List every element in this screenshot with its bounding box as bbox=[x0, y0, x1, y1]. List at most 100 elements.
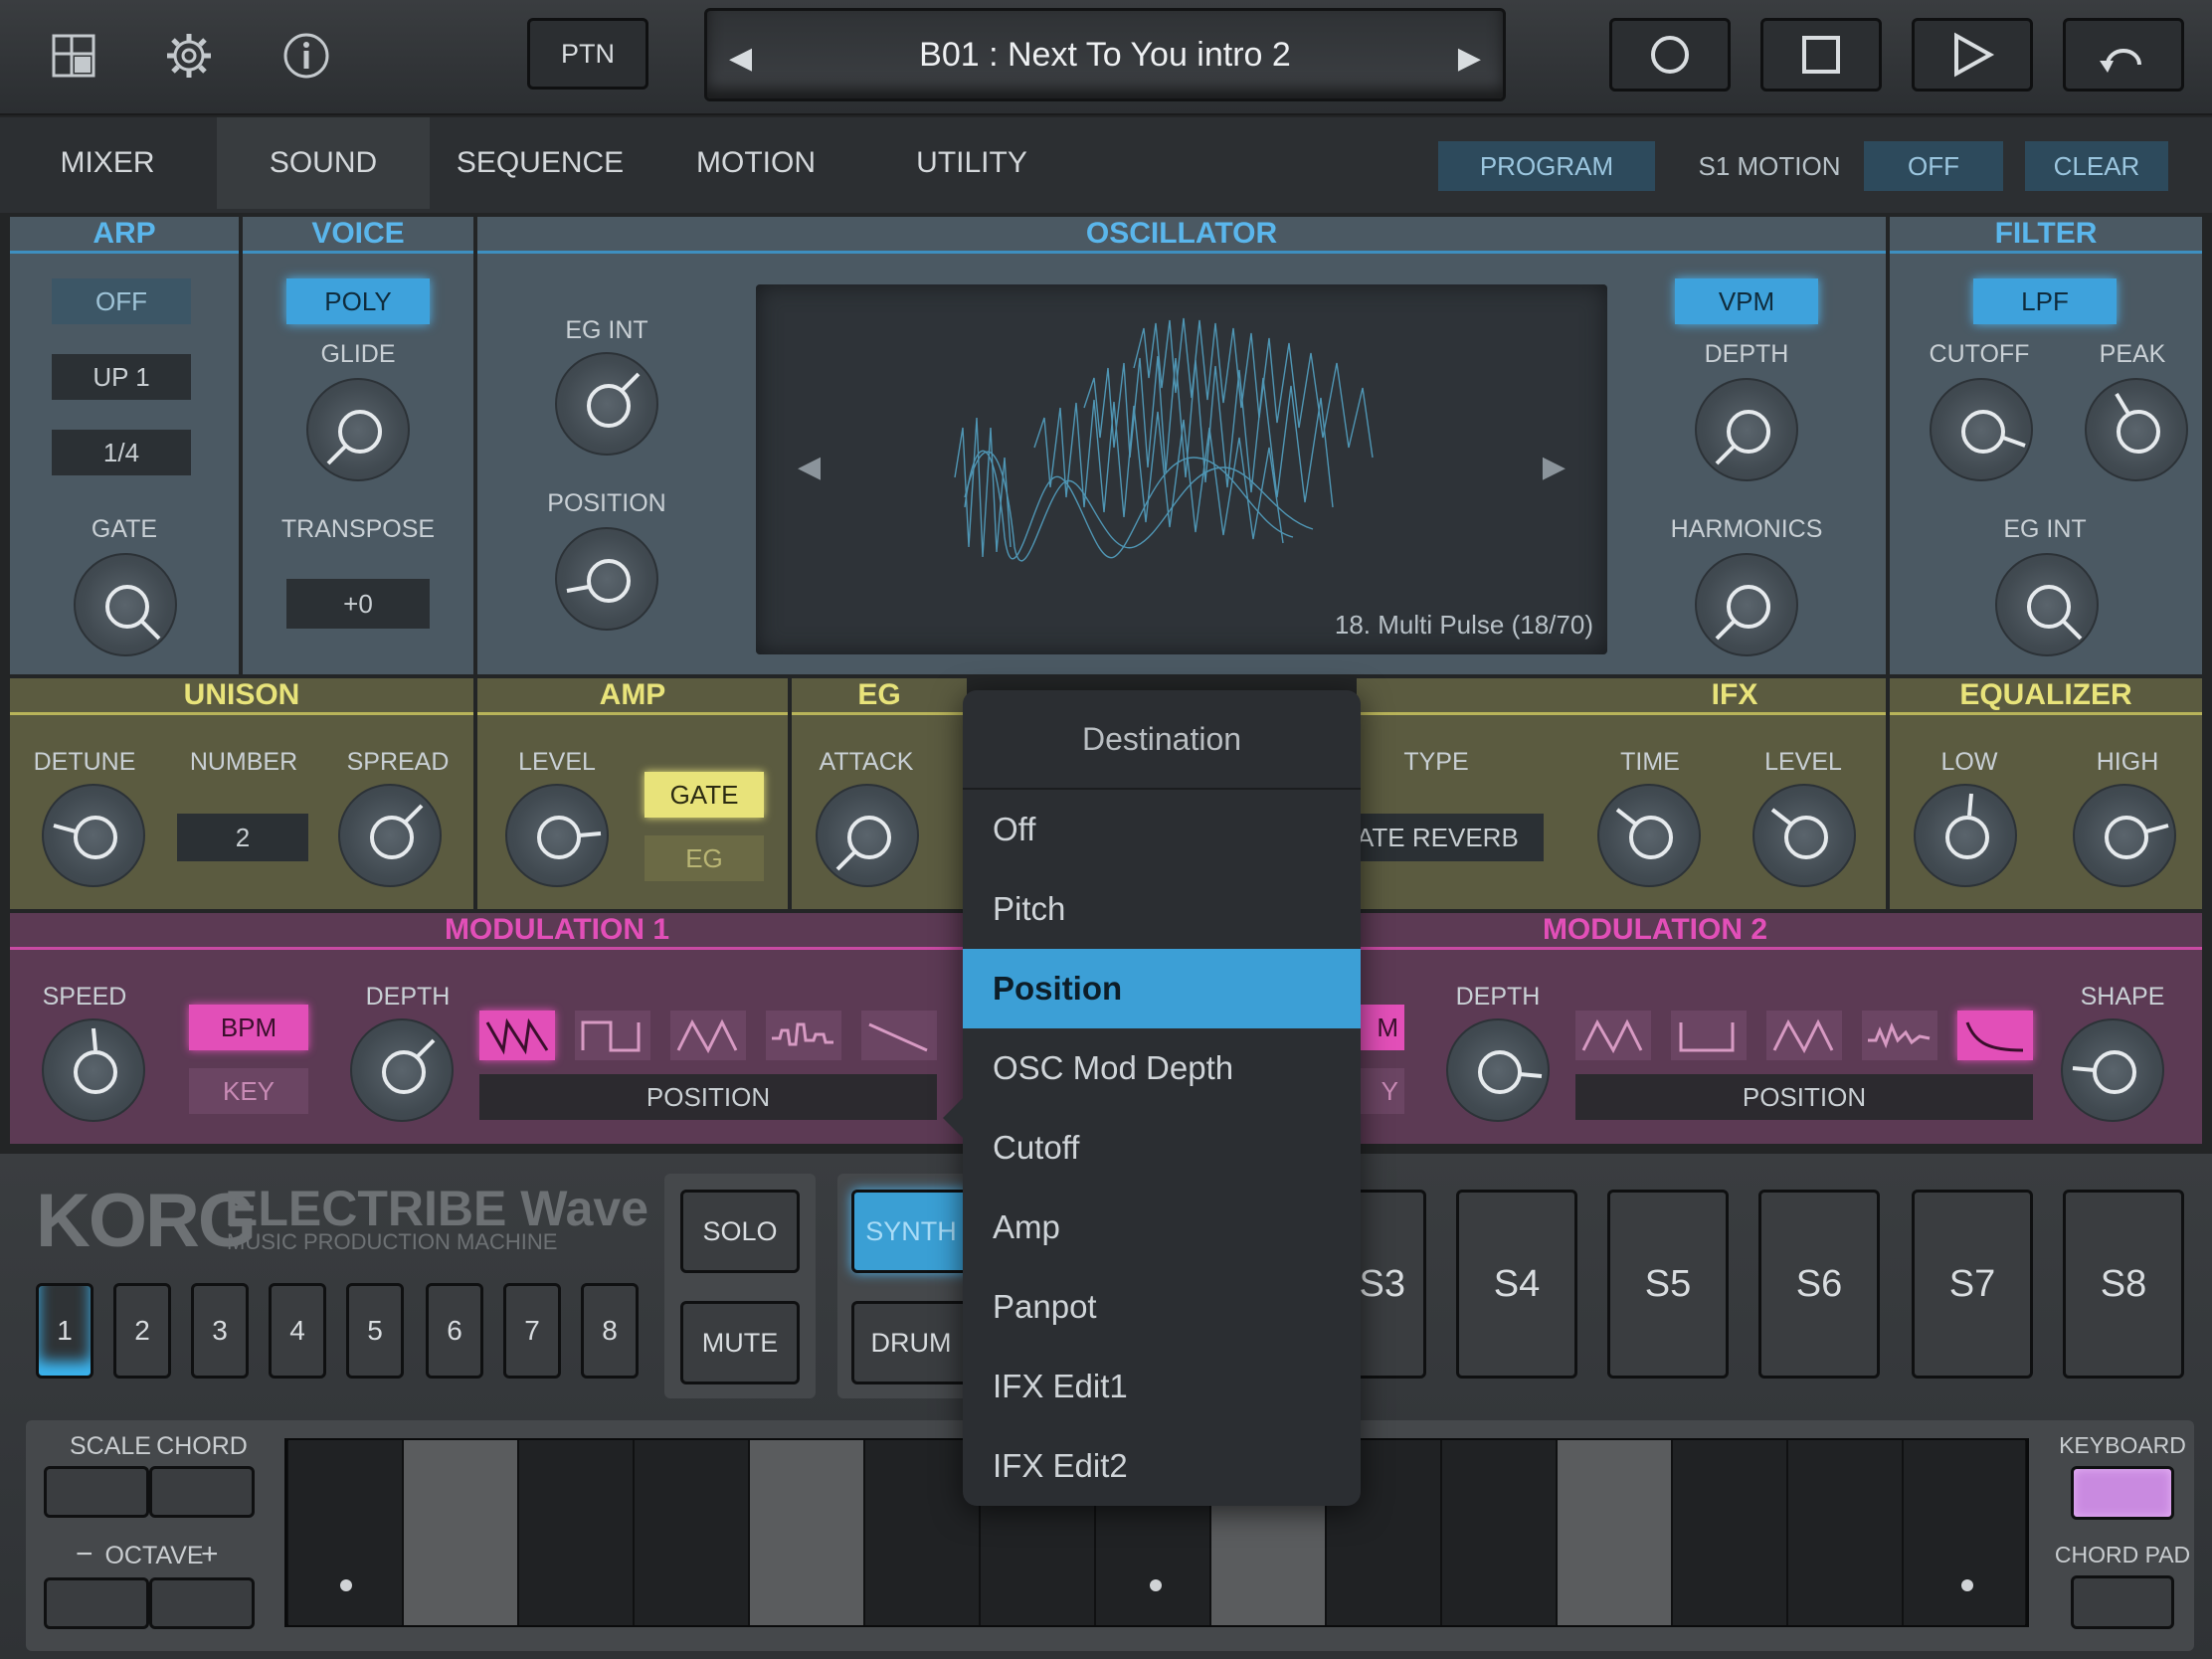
solo-button[interactable]: SOLO bbox=[680, 1190, 800, 1273]
stop-button[interactable] bbox=[1760, 18, 1882, 92]
part-5-button[interactable]: 5 bbox=[346, 1283, 404, 1379]
part-2-button[interactable]: 2 bbox=[113, 1283, 171, 1379]
mod2-shape-knob[interactable] bbox=[2061, 1018, 2164, 1122]
key-3[interactable] bbox=[519, 1440, 635, 1625]
mod2-shape-square[interactable] bbox=[1671, 1011, 1747, 1060]
number-value[interactable]: 2 bbox=[177, 814, 308, 861]
dropdown-item-osc-mod-depth[interactable]: OSC Mod Depth bbox=[963, 1028, 1361, 1108]
part-7-button[interactable]: 7 bbox=[503, 1283, 561, 1379]
ptn-button[interactable]: PTN bbox=[527, 18, 648, 90]
tab-sequence[interactable]: SEQUENCE bbox=[432, 117, 648, 209]
layout-icon[interactable] bbox=[42, 24, 105, 88]
key-14[interactable] bbox=[1788, 1440, 1904, 1625]
key-4[interactable] bbox=[635, 1440, 750, 1625]
osc-position-knob[interactable] bbox=[555, 527, 658, 631]
glide-knob[interactable] bbox=[306, 378, 410, 481]
vpm-button[interactable]: VPM bbox=[1675, 278, 1818, 324]
osc-depth-knob[interactable] bbox=[1695, 378, 1798, 481]
tab-sound[interactable]: SOUND bbox=[217, 117, 430, 209]
pad-s4[interactable]: S4 bbox=[1456, 1190, 1577, 1379]
lpf-button[interactable]: LPF bbox=[1973, 278, 2117, 324]
dropdown-item-off[interactable]: Off bbox=[963, 790, 1361, 869]
motion-clear-button[interactable]: CLEAR bbox=[2025, 141, 2168, 191]
ifx-time-knob[interactable] bbox=[1597, 784, 1701, 887]
osc-eg-int-knob[interactable] bbox=[555, 352, 658, 456]
drum-button[interactable]: DRUM bbox=[851, 1301, 971, 1384]
mute-button[interactable]: MUTE bbox=[680, 1301, 800, 1384]
ifx-level-knob[interactable] bbox=[1752, 784, 1856, 887]
amp-gate-button[interactable]: GATE bbox=[645, 772, 764, 818]
poly-button[interactable]: POLY bbox=[286, 278, 430, 324]
eq-high-knob[interactable] bbox=[2073, 784, 2176, 887]
mod2-shape-envelope[interactable] bbox=[1957, 1011, 2033, 1060]
amp-level-knob[interactable] bbox=[505, 784, 609, 887]
wave-next-arrow[interactable]: ▶ bbox=[1543, 450, 1566, 484]
part-3-button[interactable]: 3 bbox=[191, 1283, 249, 1379]
dropdown-item-panpot[interactable]: Panpot bbox=[963, 1267, 1361, 1347]
mod2-shape-triangle-b[interactable] bbox=[1766, 1011, 1842, 1060]
mod2-shape-random[interactable] bbox=[1862, 1011, 1937, 1060]
mod1-destination[interactable]: POSITION bbox=[479, 1074, 937, 1120]
dropdown-item-ifx-edit1[interactable]: IFX Edit1 bbox=[963, 1347, 1361, 1426]
keyboard-mode-button[interactable] bbox=[2071, 1466, 2174, 1520]
play-button[interactable] bbox=[1912, 18, 2033, 92]
mod2-key-button[interactable]: Y bbox=[1357, 1068, 1404, 1114]
key-12[interactable] bbox=[1558, 1440, 1673, 1625]
part-6-button[interactable]: 6 bbox=[426, 1283, 483, 1379]
record-button[interactable] bbox=[1609, 18, 1731, 92]
synth-button[interactable]: SYNTH bbox=[851, 1190, 971, 1273]
key-5[interactable] bbox=[750, 1440, 865, 1625]
part-4-button[interactable]: 4 bbox=[269, 1283, 326, 1379]
arp-off-button[interactable]: OFF bbox=[52, 278, 191, 324]
part-8-button[interactable]: 8 bbox=[581, 1283, 639, 1379]
key-1[interactable] bbox=[288, 1440, 404, 1625]
pad-s5[interactable]: S5 bbox=[1607, 1190, 1729, 1379]
mod1-key-button[interactable]: KEY bbox=[189, 1068, 308, 1114]
dropdown-item-position[interactable]: Position bbox=[963, 949, 1361, 1028]
tab-mixer[interactable]: MIXER bbox=[0, 117, 215, 209]
spread-knob[interactable] bbox=[338, 784, 442, 887]
key-11[interactable] bbox=[1442, 1440, 1558, 1625]
next-pattern-arrow[interactable]: ▶ bbox=[1458, 41, 1481, 76]
info-icon[interactable] bbox=[275, 24, 338, 88]
scale-button[interactable] bbox=[44, 1466, 149, 1518]
octave-up-button[interactable] bbox=[149, 1577, 255, 1629]
filter-eg-int-knob[interactable] bbox=[1995, 553, 2099, 656]
dropdown-item-amp[interactable]: Amp bbox=[963, 1188, 1361, 1267]
pad-s7[interactable]: S7 bbox=[1912, 1190, 2033, 1379]
mod1-depth-knob[interactable] bbox=[350, 1018, 454, 1122]
loop-button[interactable] bbox=[2063, 18, 2184, 92]
mod1-shape-saw[interactable] bbox=[479, 1011, 555, 1060]
part-1-button[interactable]: 1 bbox=[36, 1283, 93, 1379]
mod1-shape-envelope[interactable] bbox=[861, 1011, 937, 1060]
attack-knob[interactable] bbox=[816, 784, 919, 887]
octave-down-button[interactable] bbox=[44, 1577, 149, 1629]
pad-s6[interactable]: S6 bbox=[1758, 1190, 1880, 1379]
eq-low-knob[interactable] bbox=[1914, 784, 2017, 887]
detune-knob[interactable] bbox=[42, 784, 145, 887]
amp-eg-button[interactable]: EG bbox=[645, 835, 764, 881]
dropdown-item-ifx-edit2[interactable]: IFX Edit2 bbox=[963, 1426, 1361, 1506]
mod2-destination[interactable]: POSITION bbox=[1575, 1074, 2033, 1120]
tab-utility[interactable]: UTILITY bbox=[863, 117, 1080, 209]
mod1-shape-square[interactable] bbox=[575, 1011, 650, 1060]
arp-gate-knob[interactable] bbox=[74, 553, 177, 656]
chord-pad-button[interactable] bbox=[2071, 1575, 2174, 1629]
peak-knob[interactable] bbox=[2085, 378, 2188, 481]
mod1-shape-triangle[interactable] bbox=[670, 1011, 746, 1060]
ifx-type-value[interactable]: ATE REVERB bbox=[1357, 814, 1544, 861]
mod2-bpm-button[interactable]: M bbox=[1357, 1005, 1404, 1050]
arp-rate-selector[interactable]: 1/4 bbox=[52, 430, 191, 475]
key-13[interactable] bbox=[1673, 1440, 1788, 1625]
key-2[interactable] bbox=[404, 1440, 519, 1625]
mod1-bpm-button[interactable]: BPM bbox=[189, 1005, 308, 1050]
wavetable-display[interactable]: ◀ ▶ 18. Multi Pulse (18/70) bbox=[756, 284, 1607, 654]
wave-prev-arrow[interactable]: ◀ bbox=[798, 450, 821, 484]
key-15[interactable] bbox=[1904, 1440, 2025, 1625]
pad-s8[interactable]: S8 bbox=[2063, 1190, 2184, 1379]
dropdown-item-cutoff[interactable]: Cutoff bbox=[963, 1108, 1361, 1188]
pattern-selector[interactable]: ◀ B01 : Next To You intro 2 ▶ bbox=[704, 8, 1506, 101]
mod1-speed-knob[interactable] bbox=[42, 1018, 145, 1122]
cutoff-knob[interactable] bbox=[1930, 378, 2033, 481]
harmonics-knob[interactable] bbox=[1695, 553, 1798, 656]
